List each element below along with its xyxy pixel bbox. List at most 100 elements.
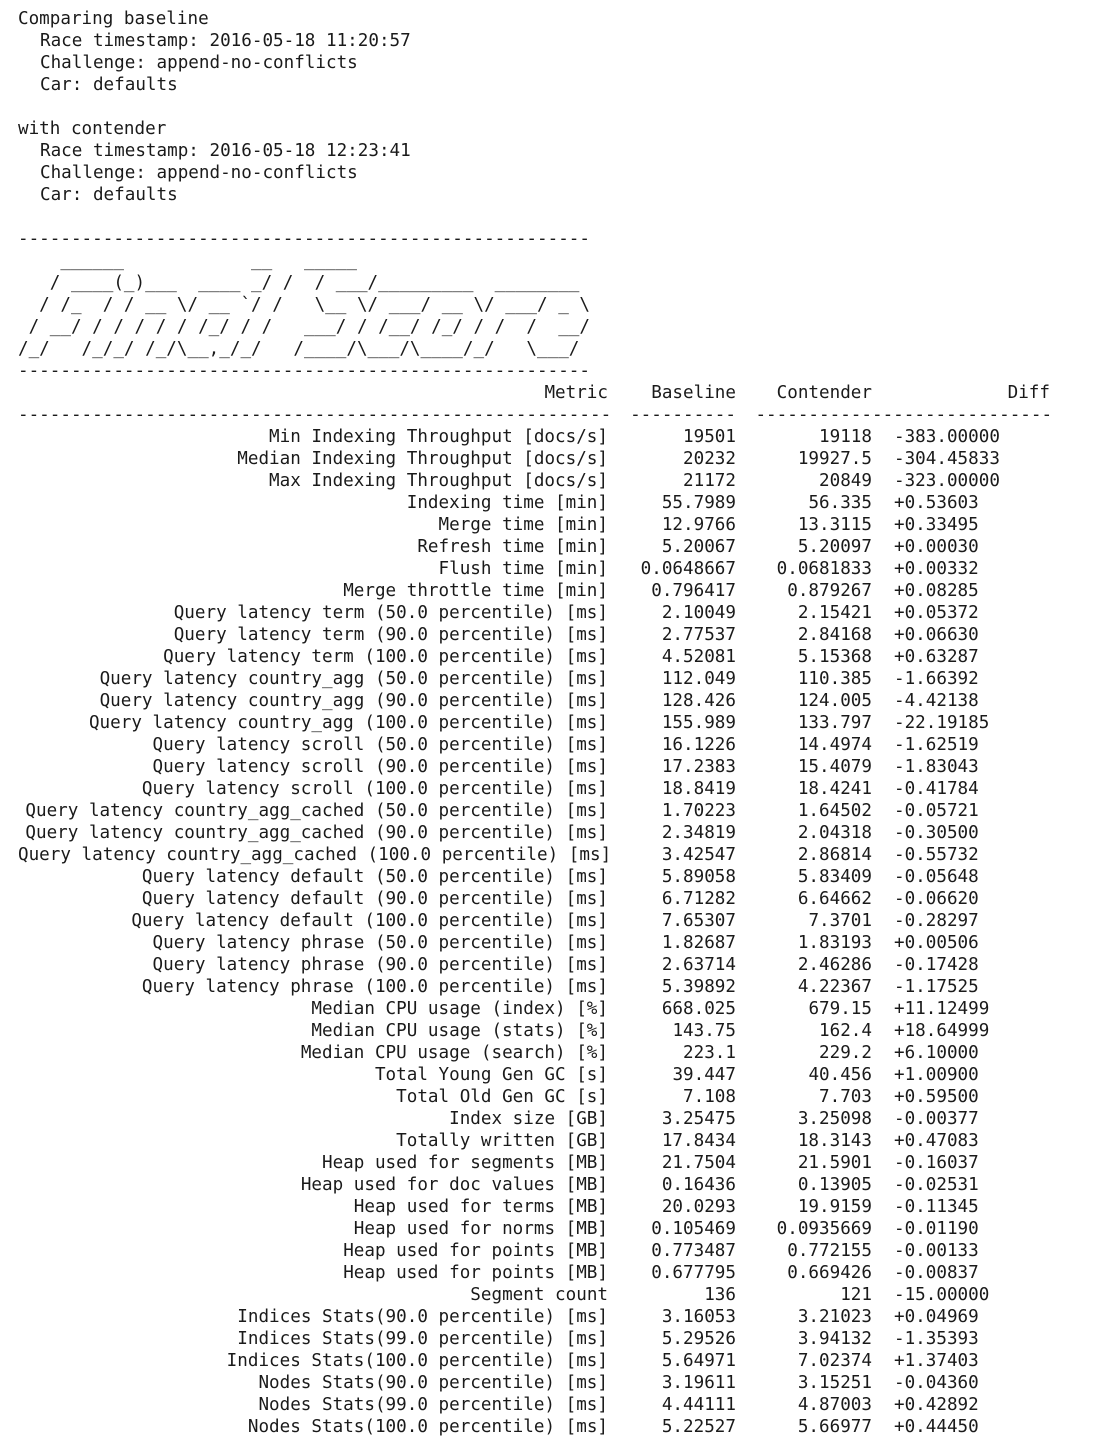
diff-cell: -0.28297 <box>894 911 979 931</box>
separator-top: ----------------------------------------… <box>18 229 590 249</box>
diff-cell: -0.17428 <box>894 955 979 975</box>
metric-cell: Query latency term (100.0 percentile) [m… <box>163 647 608 667</box>
baseline-cell: 0.0648667 <box>640 559 736 579</box>
contender-cell: 2.86814 <box>797 845 872 865</box>
metric-cell: Heap used for points [MB] <box>343 1263 608 1283</box>
baseline-cell: 2.77537 <box>661 625 736 645</box>
contender-cell: 2.04318 <box>797 823 872 843</box>
baseline-cell: 155.989 <box>661 713 736 733</box>
metric-cell: Nodes Stats(100.0 percentile) [ms] <box>247 1417 608 1437</box>
table-row: Query latency default (50.0 percentile) … <box>18 866 1093 888</box>
baseline-cell: 7.65307 <box>661 911 736 931</box>
diff-cell: -15.00000 <box>894 1285 990 1305</box>
metric-cell: Heap used for segments [MB] <box>322 1153 608 1173</box>
baseline-cell: 128.426 <box>661 691 736 711</box>
metric-cell: Query latency country_agg_cached (50.0 p… <box>25 801 608 821</box>
table-row: Total Young Gen GC [s] 39.447 40.456 +1.009… <box>18 1064 1093 1086</box>
metric-cell: Query latency term (50.0 percentile) [ms… <box>173 603 608 623</box>
contender-cell: 3.15251 <box>797 1373 872 1393</box>
contender-cell: 13.3115 <box>797 515 872 535</box>
diff-cell: -0.05721 <box>894 801 979 821</box>
baseline-cell: 39.447 <box>672 1065 736 1085</box>
baseline-cell: 0.105469 <box>651 1219 736 1239</box>
table-header-row: Metric Baseline Contender Diff <box>18 382 1093 404</box>
baseline-cell: 17.8434 <box>661 1131 736 1151</box>
metric-cell: Indexing time [min] <box>406 493 608 513</box>
diff-cell: +0.06630 <box>894 625 979 645</box>
diff-cell: +0.42892 <box>894 1395 979 1415</box>
table-row: Query latency term (50.0 percentile) [ms… <box>18 602 1093 624</box>
contender-cell: 19118 <box>819 427 872 447</box>
contender-intro: with contender <box>18 119 167 139</box>
baseline-cell: 5.20067 <box>661 537 736 557</box>
metric-cell: Min Indexing Throughput [docs/s] <box>269 427 608 447</box>
contender-cell: 7.3701 <box>808 911 872 931</box>
diff-column-header: Diff <box>1007 383 1050 403</box>
baseline-cell: 0.773487 <box>651 1241 736 1261</box>
baseline-cell: 1.70223 <box>661 801 736 821</box>
baseline-cell: 21.7504 <box>661 1153 736 1173</box>
contender-cell: 133.797 <box>797 713 872 733</box>
table-row: Max Indexing Throughput [docs/s] 21172 208… <box>18 470 1093 492</box>
table-row: Median CPU usage (stats) [%] 143.75 162.4 +… <box>18 1020 1093 1042</box>
table-row: Nodes Stats(99.0 percentile) [ms] 4.44111… <box>18 1394 1093 1416</box>
contender-cell: 679.15 <box>808 999 872 1019</box>
table-row: Query latency default (90.0 percentile) … <box>18 888 1093 910</box>
contender-cell: 19.9159 <box>797 1197 872 1217</box>
diff-cell: -4.42138 <box>894 691 979 711</box>
baseline-cell: 6.71282 <box>661 889 736 909</box>
metric-cell: Merge throttle time [min] <box>343 581 608 601</box>
table-row: Indices Stats(99.0 percentile) [ms] 5.295… <box>18 1328 1093 1350</box>
table-row: Query latency country_agg (50.0 percenti… <box>18 668 1093 690</box>
baseline-cell: 1.82687 <box>661 933 736 953</box>
table-row: Query latency country_agg_cached (50.0 p… <box>18 800 1093 822</box>
table-row: Query latency scroll (90.0 percentile) [… <box>18 756 1093 778</box>
baseline-cell: 136 <box>704 1285 736 1305</box>
contender-cell: 19927.5 <box>797 449 872 469</box>
diff-cell: +0.59500 <box>894 1087 979 1107</box>
baseline-cell: 0.677795 <box>651 1263 736 1283</box>
table-row: Query latency country_agg (90.0 percenti… <box>18 690 1093 712</box>
metric-cell: Query latency phrase (100.0 percentile) … <box>141 977 608 997</box>
metric-cell: Query latency country_agg (100.0 percent… <box>88 713 608 733</box>
baseline-cell: 7.108 <box>683 1087 736 1107</box>
baseline-cell: 3.25475 <box>661 1109 736 1129</box>
metric-cell: Query latency term (90.0 percentile) [ms… <box>173 625 608 645</box>
table-row: Merge time [min] 12.9766 13.3115 +0.33495 <box>18 514 1093 536</box>
table-row: Query latency scroll (100.0 percentile) … <box>18 778 1093 800</box>
table-row: Query latency country_agg_cached (90.0 p… <box>18 822 1093 844</box>
metric-cell: Indices Stats(99.0 percentile) [ms] <box>237 1329 608 1349</box>
table-row: Query latency term (100.0 percentile) [m… <box>18 646 1093 668</box>
metric-cell: Query latency country_agg (50.0 percenti… <box>99 669 608 689</box>
diff-cell: -323.00000 <box>894 471 1000 491</box>
table-row: Flush time [min] 0.0648667 0.0681833 +0.003… <box>18 558 1093 580</box>
contender-cell: 2.46286 <box>797 955 872 975</box>
contender-race-timestamp: Race timestamp: 2016-05-18 12:23:41 <box>40 141 411 161</box>
baseline-cell: 0.16436 <box>661 1175 736 1195</box>
table-header-rule-row: ----------------------------------------… <box>18 404 1093 426</box>
diff-cell: +18.64999 <box>894 1021 990 1041</box>
contender-cell: 18.3143 <box>797 1131 872 1151</box>
baseline-cell: 5.29526 <box>661 1329 736 1349</box>
contender-cell: 0.879267 <box>787 581 872 601</box>
baseline-cell: 668.025 <box>661 999 736 1019</box>
metric-cell: Query latency country_agg (90.0 percenti… <box>99 691 608 711</box>
baseline-cell: 20.0293 <box>661 1197 736 1217</box>
baseline-cell: 223.1 <box>683 1043 736 1063</box>
table-row: Query latency phrase (90.0 percentile) [… <box>18 954 1093 976</box>
diff-cell: -1.83043 <box>894 757 979 777</box>
table-row: Query latency phrase (100.0 percentile) … <box>18 976 1093 998</box>
diff-cell: -0.55732 <box>894 845 979 865</box>
baseline-cell: 5.22527 <box>661 1417 736 1437</box>
diff-cell: +0.00332 <box>894 559 979 579</box>
table-row: Heap used for doc values [MB] 0.16436 0.13… <box>18 1174 1093 1196</box>
diff-cell: +0.33495 <box>894 515 979 535</box>
contender-cell: 3.25098 <box>797 1109 872 1129</box>
contender-cell: 0.0935669 <box>776 1219 872 1239</box>
table-row: Min Indexing Throughput [docs/s] 19501 191… <box>18 426 1093 448</box>
diff-cell: -22.19185 <box>894 713 990 733</box>
diff-cell: -0.01190 <box>894 1219 979 1239</box>
baseline-cell: 12.9766 <box>661 515 736 535</box>
